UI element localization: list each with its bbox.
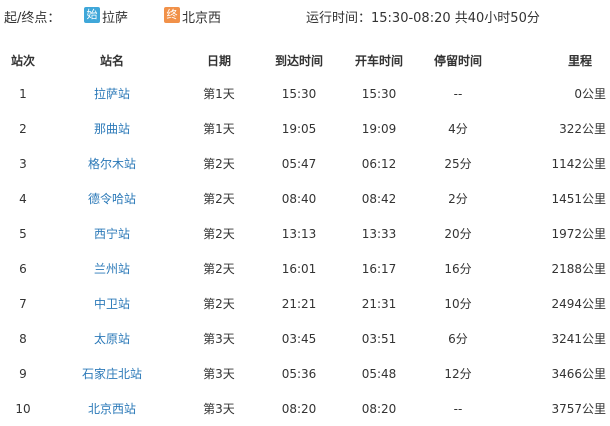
departure-time: 08:42 xyxy=(361,191,397,206)
departure-time: 16:17 xyxy=(361,261,397,276)
stop-duration: 25分 xyxy=(444,157,472,171)
col-mileage: 里程 xyxy=(567,53,592,68)
stop-duration: -- xyxy=(453,401,463,416)
col-arrival: 到达时间 xyxy=(274,53,323,68)
mileage: 2188公里 xyxy=(551,262,606,276)
station-link[interactable]: 中卫站 xyxy=(46,286,178,321)
stop-no: 5 xyxy=(19,226,27,241)
table-row: 3 格尔木站 第2天 05:47 06:12 25分 1142公里 xyxy=(0,146,610,181)
timetable: 站次 站名 日期 到达时间 开车时间 停留时间 里程 1 拉萨站 第1天 15:30 1… xyxy=(0,44,610,426)
mileage: 3757公里 xyxy=(551,402,606,416)
stop-duration: 10分 xyxy=(444,297,472,311)
table-row: 2 那曲站 第1天 19:05 19:09 4分 322公里 xyxy=(0,111,610,146)
start-badge-icon: 始 xyxy=(84,7,100,23)
arrival-time: 05:36 xyxy=(281,366,317,381)
table-header-row: 站次 站名 日期 到达时间 开车时间 停留时间 里程 xyxy=(0,44,610,76)
departure-time: 19:09 xyxy=(361,121,397,136)
col-departure: 开车时间 xyxy=(354,53,403,68)
stop-no: 4 xyxy=(19,191,27,206)
station-link[interactable]: 那曲站 xyxy=(46,111,178,146)
day: 第2天 xyxy=(203,227,235,241)
mileage: 0公里 xyxy=(574,87,606,101)
table-row: 9 石家庄北站 第3天 05:36 05:48 12分 3466公里 xyxy=(0,356,610,391)
mileage: 3466公里 xyxy=(551,367,606,381)
stop-duration: 2分 xyxy=(448,192,468,206)
stop-no: 3 xyxy=(19,156,27,171)
arrival-time: 03:45 xyxy=(281,331,317,346)
end-badge-icon: 终 xyxy=(164,7,180,23)
departure-time: 05:48 xyxy=(361,366,397,381)
table-row: 6 兰州站 第2天 16:01 16:17 16分 2188公里 xyxy=(0,251,610,286)
stop-no: 7 xyxy=(19,296,27,311)
table-row: 5 西宁站 第2天 13:13 13:33 20分 1972公里 xyxy=(0,216,610,251)
route-summary: 起/终点： 始 拉萨 终 北京西 运行时间：15:30-08:20 共40小时5… xyxy=(0,0,610,34)
table-row: 1 拉萨站 第1天 15:30 15:30 -- 0公里 xyxy=(0,76,610,111)
day: 第3天 xyxy=(203,367,235,381)
table-row: 4 德令哈站 第2天 08:40 08:42 2分 1451公里 xyxy=(0,181,610,216)
stop-duration: 20分 xyxy=(444,227,472,241)
col-day: 日期 xyxy=(206,53,231,68)
col-stop-no: 站次 xyxy=(10,53,35,68)
departure-time: 13:33 xyxy=(361,226,397,241)
mileage: 1142公里 xyxy=(551,157,606,171)
mileage: 322公里 xyxy=(559,122,606,136)
stop-no: 8 xyxy=(19,331,27,346)
day: 第1天 xyxy=(203,87,235,101)
mileage: 2494公里 xyxy=(551,297,606,311)
arrival-time: 08:40 xyxy=(281,191,317,206)
station-link[interactable]: 格尔木站 xyxy=(46,146,178,181)
station-link[interactable]: 太原站 xyxy=(46,321,178,356)
day: 第2天 xyxy=(203,192,235,206)
runtime-text: 运行时间：15:30-08:20 共40小时50分 xyxy=(306,11,540,26)
mileage: 1972公里 xyxy=(551,227,606,241)
stop-no: 9 xyxy=(19,366,27,381)
station-link[interactable]: 西宁站 xyxy=(46,216,178,251)
end-station: 北京西 xyxy=(182,11,222,26)
departure-time: 03:51 xyxy=(361,331,397,346)
day: 第3天 xyxy=(203,332,235,346)
stop-no: 6 xyxy=(19,261,27,276)
stop-duration: 16分 xyxy=(444,262,472,276)
day: 第3天 xyxy=(203,402,235,416)
station-link[interactable]: 拉萨站 xyxy=(46,76,178,111)
arrival-time: 21:21 xyxy=(281,296,317,311)
col-stop-duration: 停留时间 xyxy=(433,53,482,68)
mileage: 1451公里 xyxy=(551,192,606,206)
station-link[interactable]: 北京西站 xyxy=(46,391,178,426)
station-link[interactable]: 兰州站 xyxy=(46,251,178,286)
arrival-time: 08:20 xyxy=(281,401,317,416)
arrival-time: 13:13 xyxy=(281,226,317,241)
stop-duration: 4分 xyxy=(448,122,468,136)
day: 第1天 xyxy=(203,122,235,136)
arrival-time: 16:01 xyxy=(281,261,317,276)
stop-no: 2 xyxy=(19,121,27,136)
stop-duration: -- xyxy=(453,86,463,101)
day: 第2天 xyxy=(203,157,235,171)
mileage: 3241公里 xyxy=(551,332,606,346)
table-row: 7 中卫站 第2天 21:21 21:31 10分 2494公里 xyxy=(0,286,610,321)
day: 第2天 xyxy=(203,297,235,311)
departure-time: 21:31 xyxy=(361,296,397,311)
departure-time: 08:20 xyxy=(361,401,397,416)
endpoints-label: 起/终点： xyxy=(4,11,61,26)
stop-duration: 12分 xyxy=(444,367,472,381)
station-link[interactable]: 石家庄北站 xyxy=(46,356,178,391)
station-link[interactable]: 德令哈站 xyxy=(46,181,178,216)
table-row: 10 北京西站 第3天 08:20 08:20 -- 3757公里 xyxy=(0,391,610,426)
departure-time: 15:30 xyxy=(361,86,397,101)
arrival-time: 15:30 xyxy=(281,86,317,101)
stop-duration: 6分 xyxy=(448,332,468,346)
stop-no: 10 xyxy=(15,401,31,416)
start-station: 拉萨 xyxy=(102,11,129,26)
table-row: 8 太原站 第3天 03:45 03:51 6分 3241公里 xyxy=(0,321,610,356)
departure-time: 06:12 xyxy=(361,156,397,171)
arrival-time: 19:05 xyxy=(281,121,317,136)
day: 第2天 xyxy=(203,262,235,276)
col-station: 站名 xyxy=(99,53,124,68)
arrival-time: 05:47 xyxy=(281,156,317,171)
stop-no: 1 xyxy=(19,86,27,101)
